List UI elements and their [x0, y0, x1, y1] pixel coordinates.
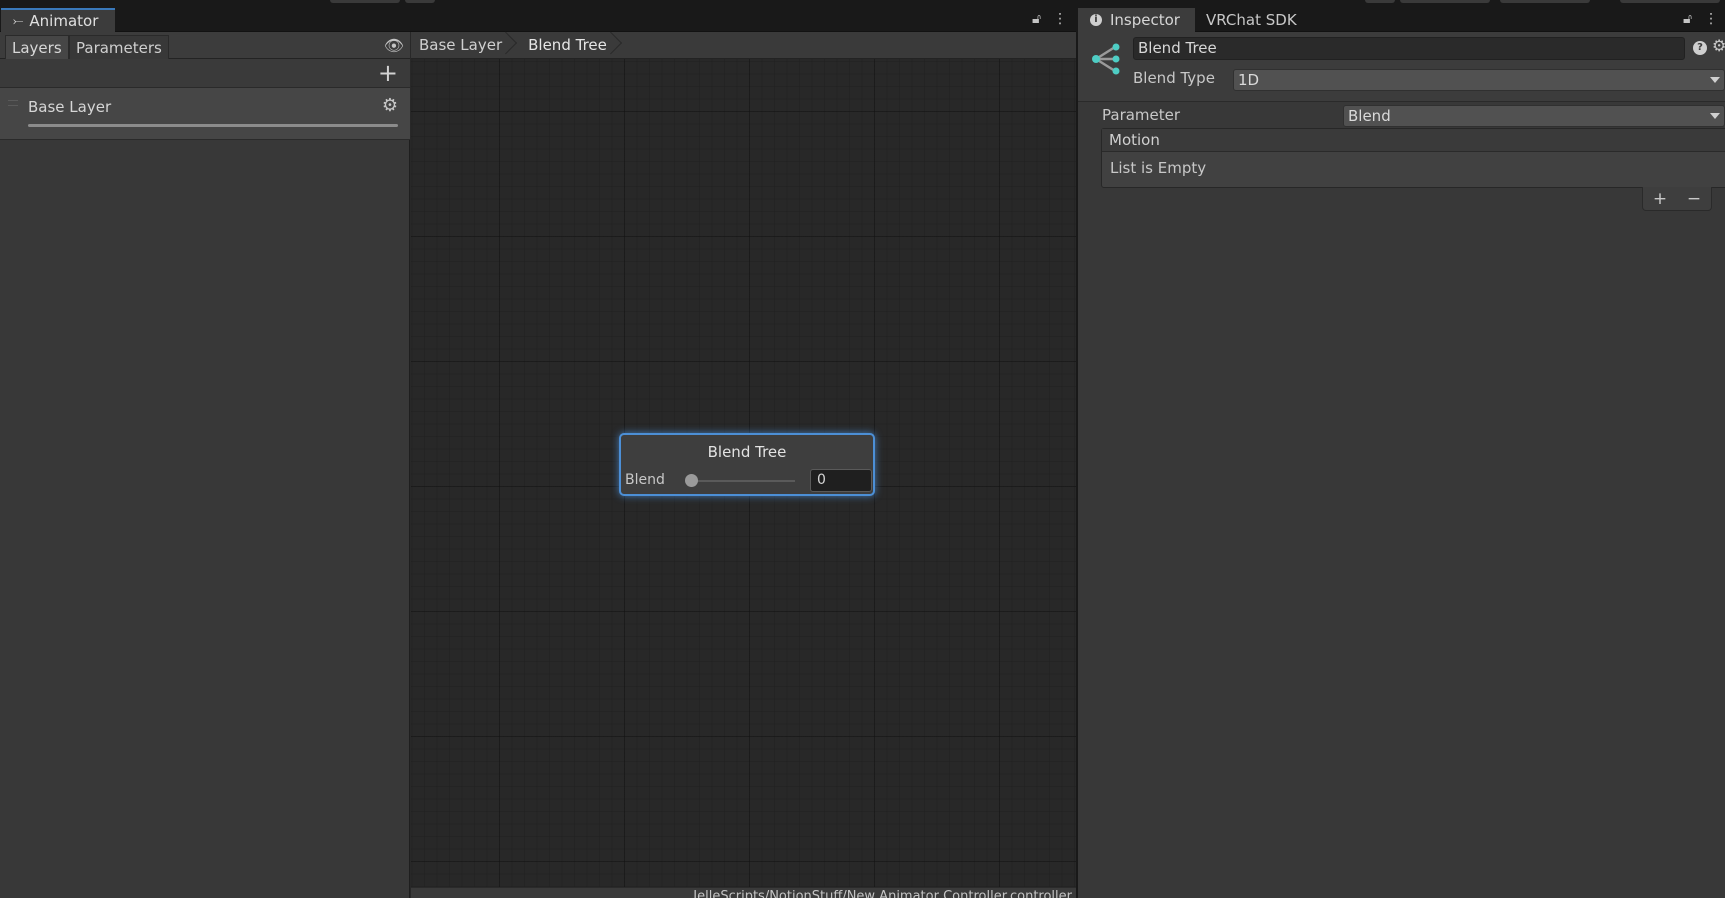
- chevron-down-icon: [1710, 77, 1720, 83]
- toolbar-nub: [1620, 0, 1720, 3]
- remove-motion-button[interactable]: −: [1687, 189, 1701, 209]
- parameter-label: Parameter: [1102, 106, 1181, 124]
- more-menu-icon[interactable]: ⋮: [1053, 11, 1067, 27]
- help-icon[interactable]: ?: [1693, 41, 1707, 55]
- toolbar-nub: [1365, 0, 1395, 3]
- chevron-down-icon: [1710, 113, 1720, 119]
- controller-path: JelleScripts/NotionStuff/New Animator Co…: [693, 889, 1072, 898]
- blend-type-label: Blend Type: [1133, 69, 1215, 87]
- animator-window: ⤚ Animator 🔓︎ ⋮ Layers Parameters 👁︎ + B…: [0, 8, 1076, 898]
- tab-animator-label: Animator: [29, 12, 99, 30]
- toolbar-nub: [330, 0, 400, 3]
- blend-value-field[interactable]: 0: [810, 469, 872, 492]
- info-icon: i: [1090, 14, 1102, 26]
- blend-tree-node[interactable]: Blend Tree Blend 0: [619, 433, 875, 496]
- tab-vrchat-sdk[interactable]: VRChat SDK: [1196, 8, 1297, 32]
- inspector-window-controls: 🔓︎ ⋮: [1683, 11, 1718, 27]
- layers-toolbar: +: [0, 59, 410, 88]
- blend-type-value: 1D: [1238, 71, 1260, 89]
- breadcrumb: Base Layer Blend Tree: [411, 32, 1076, 59]
- tab-inspector-label: Inspector: [1110, 11, 1180, 29]
- tab-vrchat-sdk-label: VRChat SDK: [1206, 11, 1297, 29]
- toolbar-nub: [1400, 0, 1490, 3]
- lock-icon[interactable]: 🔓︎: [1032, 11, 1041, 27]
- motion-list: Motion List is Empty: [1101, 128, 1725, 188]
- drag-handle-icon[interactable]: [8, 100, 18, 106]
- animator-icon: ⤚: [13, 13, 24, 29]
- inspector-header: Blend Tree ? ⚙ Blend Type 1D: [1078, 32, 1725, 102]
- layer-name: Base Layer: [28, 98, 112, 116]
- top-strip: [0, 0, 1725, 8]
- settings-gear-icon[interactable]: ⚙: [1712, 36, 1725, 55]
- add-layer-button[interactable]: +: [378, 59, 398, 87]
- node-param-label: Blend: [625, 472, 665, 488]
- animator-window-controls: 🔓︎ ⋮: [1032, 11, 1067, 27]
- animator-tabbar: ⤚ Animator 🔓︎ ⋮: [0, 8, 1076, 32]
- layers-panel: Layers Parameters 👁︎ + Base Layer ⚙: [0, 32, 410, 898]
- blend-slider-thumb[interactable]: [685, 474, 698, 487]
- gear-icon[interactable]: ⚙: [382, 95, 398, 116]
- list-controls: + −: [1642, 187, 1712, 211]
- tab-animator[interactable]: ⤚ Animator: [1, 8, 115, 32]
- add-motion-button[interactable]: +: [1653, 189, 1667, 209]
- layers-panel-tabs: Layers Parameters 👁︎: [0, 32, 410, 59]
- breadcrumb-base-layer[interactable]: Base Layer: [411, 32, 520, 59]
- tab-layers[interactable]: Layers: [5, 35, 69, 59]
- more-menu-icon[interactable]: ⋮: [1704, 11, 1718, 27]
- toolbar-nub: [1500, 0, 1590, 3]
- motion-list-empty: List is Empty: [1110, 159, 1207, 177]
- toolbar-nub: [405, 0, 435, 3]
- parameter-value: Blend: [1348, 107, 1391, 125]
- inspector-tabbar: i Inspector VRChat SDK 🔓︎ ⋮: [1078, 8, 1725, 32]
- motion-list-header: Motion: [1102, 129, 1725, 152]
- layer-row[interactable]: Base Layer ⚙: [0, 88, 410, 140]
- status-bar: JelleScripts/NotionStuff/New Animator Co…: [411, 887, 1076, 898]
- tab-parameters[interactable]: Parameters: [69, 35, 169, 59]
- tab-inspector[interactable]: i Inspector: [1078, 8, 1195, 32]
- object-name-field[interactable]: Blend Tree: [1133, 37, 1685, 60]
- inspector-window: i Inspector VRChat SDK 🔓︎ ⋮ Blend Tree ?…: [1078, 8, 1725, 898]
- layer-weight-bar[interactable]: [28, 124, 398, 127]
- breadcrumb-blend-tree[interactable]: Blend Tree: [520, 32, 625, 59]
- blend-tree-icon: [1092, 43, 1120, 75]
- lock-icon[interactable]: 🔓︎: [1683, 11, 1692, 27]
- blend-slider-track[interactable]: [691, 480, 795, 482]
- node-title: Blend Tree: [707, 443, 787, 461]
- eye-icon[interactable]: 👁︎: [384, 36, 404, 55]
- blend-type-dropdown[interactable]: 1D: [1233, 69, 1725, 91]
- parameter-dropdown[interactable]: Blend: [1343, 105, 1725, 127]
